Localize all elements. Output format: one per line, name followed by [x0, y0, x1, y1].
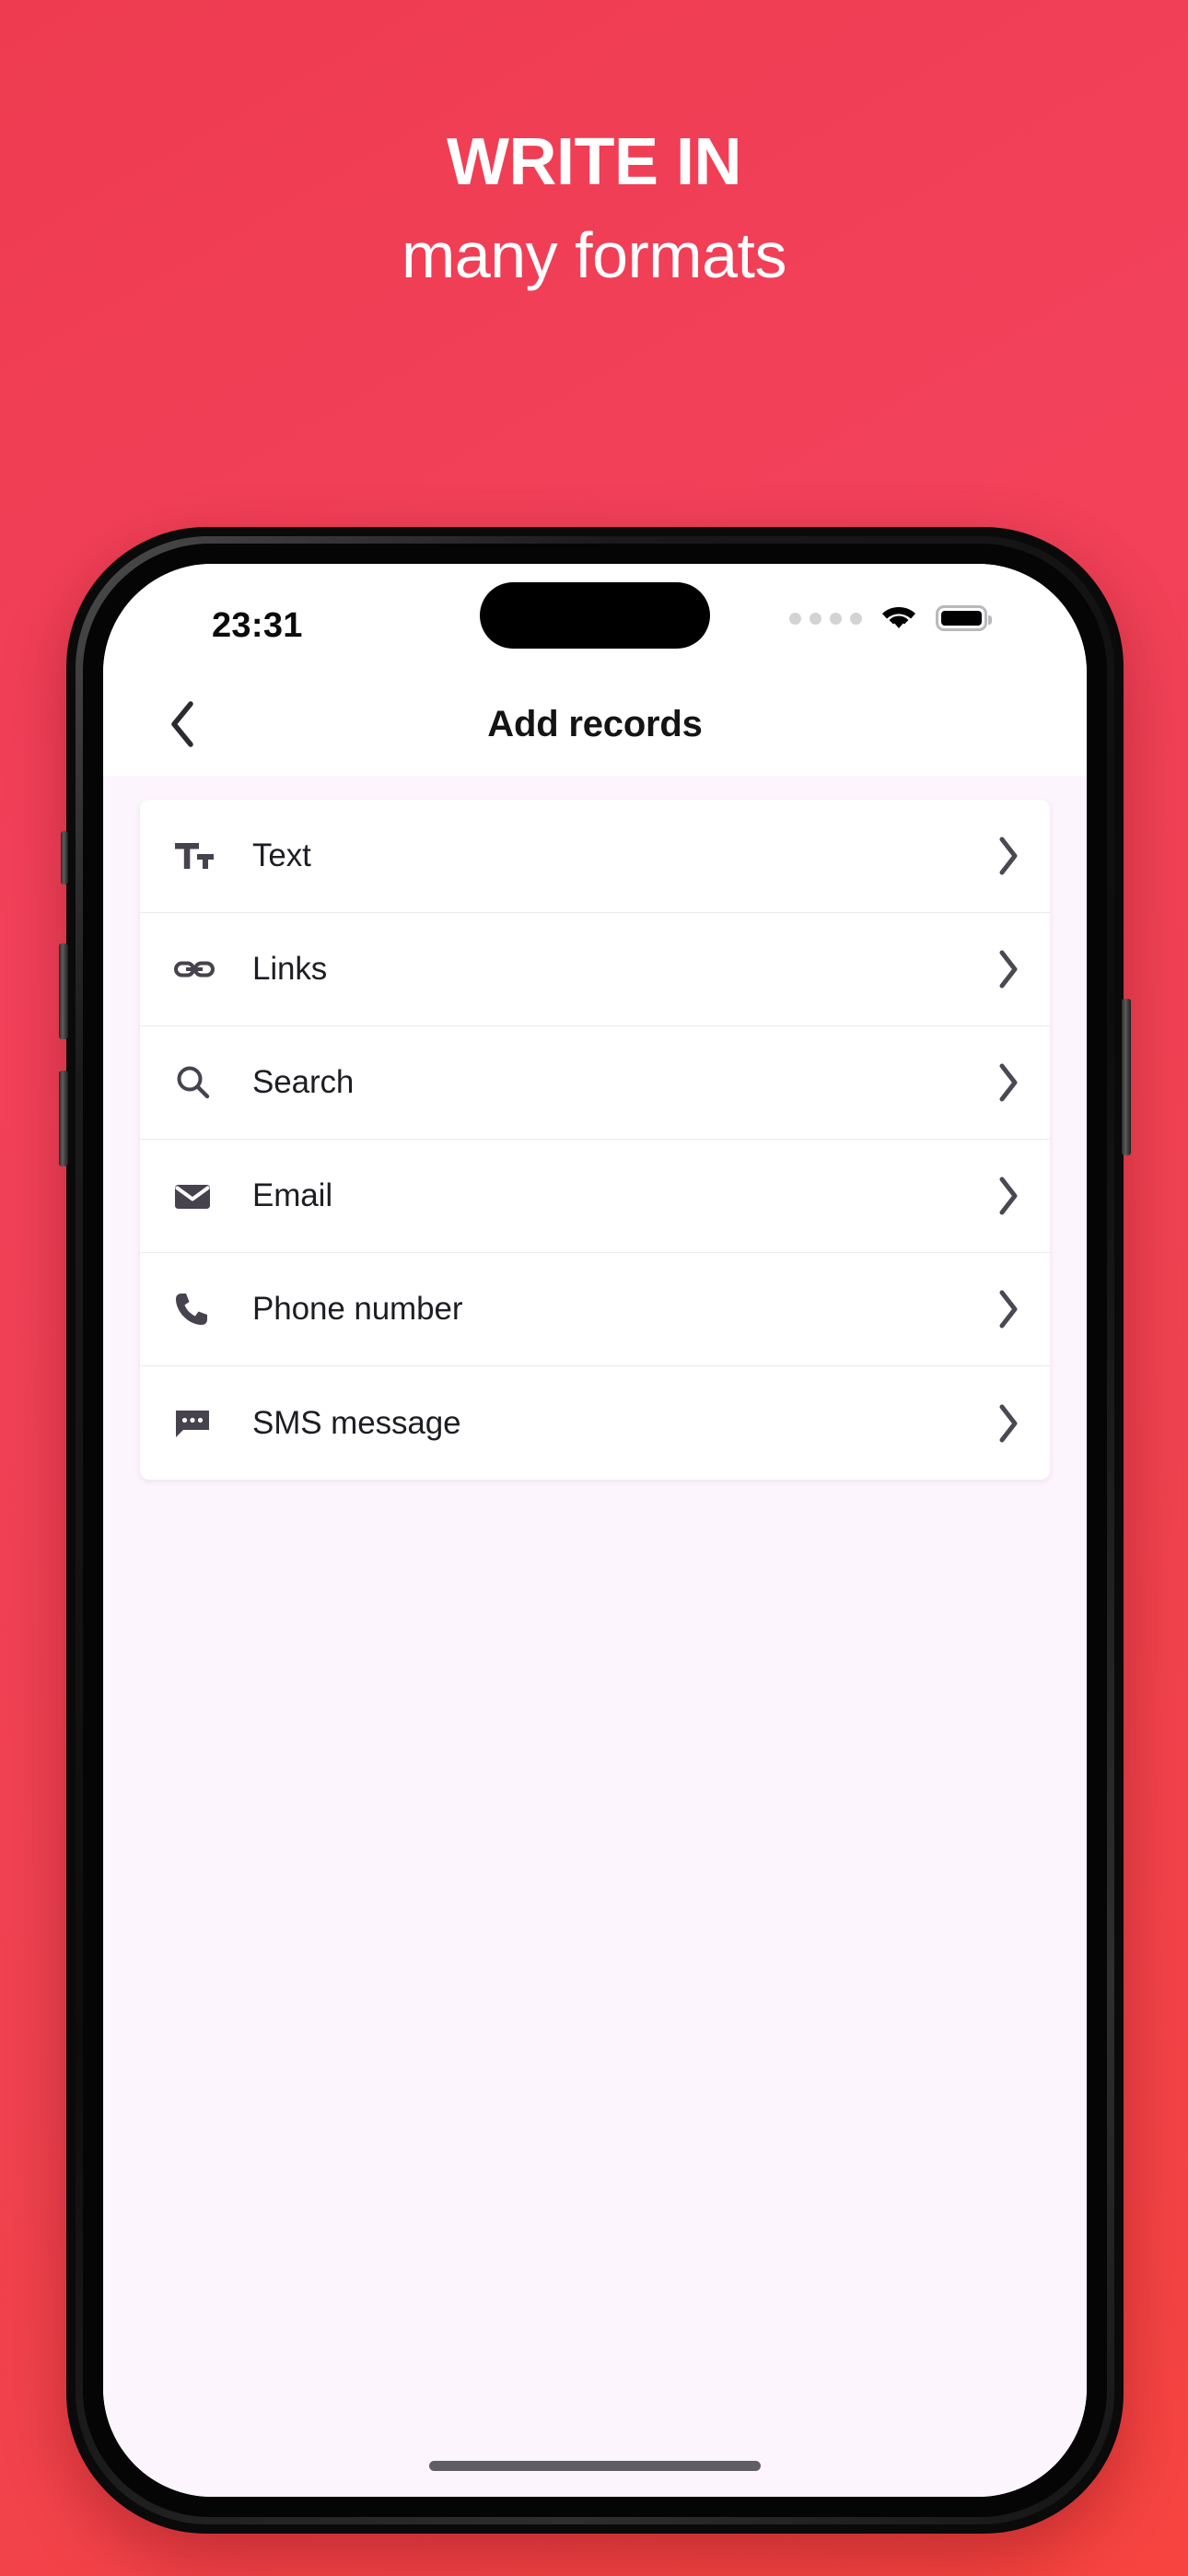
marketing-headline: WRITE IN many formats	[0, 0, 1188, 287]
list-item-links[interactable]: Links	[140, 913, 1050, 1026]
chevron-right-icon	[980, 949, 1020, 989]
content-area: Text Links Search Email Phone number SMS…	[103, 776, 1087, 2497]
chevron-left-icon	[171, 701, 193, 747]
status-bar: 23:31	[103, 564, 1087, 673]
silent-switch[interactable]	[61, 831, 68, 884]
back-button[interactable]	[157, 698, 208, 750]
list-item-label: Search	[252, 1064, 355, 1100]
link-icon	[173, 951, 225, 988]
list-item-phone-number[interactable]: Phone number	[140, 1253, 1050, 1366]
wifi-icon	[882, 606, 915, 628]
list-item-search[interactable]: Search	[140, 1026, 1050, 1140]
records-list-card: Text Links Search Email Phone number SMS…	[140, 800, 1050, 1480]
list-item-label: SMS message	[252, 1404, 461, 1441]
headline-line-2: many formats	[402, 219, 787, 291]
chevron-right-icon	[980, 1403, 1020, 1444]
power-button[interactable]	[1122, 999, 1131, 1155]
chevron-right-icon	[980, 1289, 1020, 1329]
list-item-label: Email	[252, 1177, 333, 1213]
headline-line-1: WRITE IN	[447, 125, 741, 199]
chevron-right-icon	[980, 1062, 1020, 1103]
chevron-right-icon	[980, 1176, 1020, 1216]
list-item-label: Phone number	[252, 1291, 463, 1327]
sms-icon	[173, 1405, 225, 1442]
list-item-label: Text	[252, 837, 311, 873]
list-item-sms-message[interactable]: SMS message	[140, 1366, 1050, 1480]
phone-icon	[173, 1290, 225, 1329]
battery-full-icon	[936, 605, 992, 631]
page-title: Add records	[487, 703, 703, 744]
email-icon	[173, 1177, 225, 1214]
list-item-email[interactable]: Email	[140, 1140, 1050, 1253]
nav-bar: Add records	[103, 673, 1087, 776]
search-icon	[173, 1063, 225, 1102]
home-indicator[interactable]	[429, 2461, 761, 2471]
list-item-text[interactable]: Text	[140, 800, 1050, 913]
phone-screen: 23:31 Add records Text Links Search Emai…	[103, 564, 1087, 2497]
dynamic-island	[480, 582, 710, 649]
list-item-label: Links	[252, 951, 328, 987]
volume-down-button[interactable]	[59, 1071, 68, 1166]
signal-dots-icon	[789, 612, 862, 625]
volume-up-button[interactable]	[59, 943, 68, 1039]
phone-mockup: 23:31 Add records Text Links Search Emai…	[59, 527, 1131, 2534]
text-format-icon	[173, 837, 225, 874]
status-indicators	[789, 604, 992, 632]
chevron-right-icon	[980, 836, 1020, 876]
status-time: 23:31	[212, 606, 303, 645]
